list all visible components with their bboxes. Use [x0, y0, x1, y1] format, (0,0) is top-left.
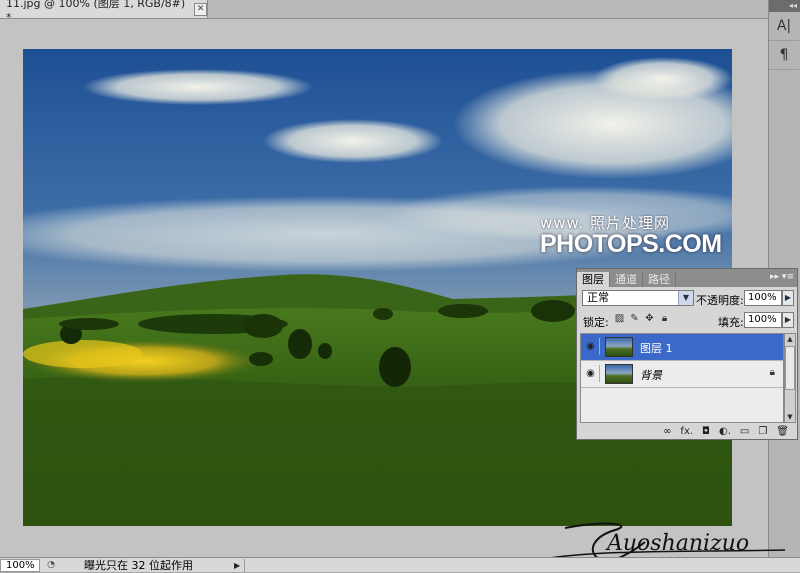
lock-row: 锁定: ▨ ✎ ✥ 🔒︎ 填充: 100% ▶ — [577, 309, 797, 331]
scroll-down-icon[interactable]: ▼ — [785, 412, 795, 422]
status-divider — [244, 558, 246, 572]
layer-thumbnail — [605, 364, 633, 384]
lock-image-icon[interactable]: ✎ — [629, 313, 640, 324]
layers-panel: 图层 通道 路径 ▸▸ ▾≡ 正常 ▼ 不透明度: 100% ▶ 锁定: ▨ ✎… — [576, 268, 798, 440]
lock-icon: 🔒︎ — [769, 367, 775, 378]
layer-style-icon[interactable]: fx. — [680, 426, 693, 438]
zoom-input[interactable]: 100% — [0, 558, 40, 572]
opacity-slider-icon[interactable]: ▶ — [782, 290, 794, 306]
layer-thumbnail — [605, 337, 633, 357]
delete-layer-icon[interactable]: 🗑 — [776, 426, 789, 438]
layer-row[interactable]: ◉ 背景 🔒︎ — [581, 361, 783, 388]
eye-icon[interactable]: ◉ — [582, 338, 600, 355]
scroll-thumb[interactable] — [785, 346, 795, 390]
fill-slider-icon[interactable]: ▶ — [782, 312, 794, 328]
tab-channels[interactable]: 通道 — [610, 272, 643, 287]
status-info-icon[interactable]: ◔ — [44, 559, 58, 572]
eye-icon[interactable]: ◉ — [582, 365, 600, 382]
layer-row[interactable]: ◉ 图层 1 — [581, 334, 783, 361]
dock-collapse-icon[interactable]: ◂◂ — [769, 0, 800, 12]
tab-layers[interactable]: 图层 — [577, 272, 610, 287]
new-group-icon[interactable]: ▭ — [740, 426, 749, 438]
blend-mode-select[interactable]: 正常 ▼ — [582, 290, 694, 306]
lock-position-icon[interactable]: ✥ — [644, 313, 655, 324]
panel-menu-icon[interactable]: ▸▸ ▾≡ — [770, 272, 794, 282]
adjustment-layer-icon[interactable]: ◐. — [719, 426, 731, 438]
svg-text:Auoshanizuo: Auoshanizuo — [605, 531, 749, 556]
chevron-down-icon[interactable]: ▼ — [678, 291, 693, 305]
blend-mode-value: 正常 — [587, 291, 609, 304]
fill-label: 填充: — [718, 316, 744, 329]
status-info-text: 曝光只在 32 位起作用 — [84, 559, 193, 572]
character-panel-icon[interactable]: A| — [769, 12, 799, 41]
tab-paths[interactable]: 路径 — [643, 272, 676, 287]
new-layer-icon[interactable]: ❐ — [758, 426, 767, 438]
opacity-label: 不透明度: — [696, 294, 744, 307]
fill-input[interactable]: 100% — [744, 312, 782, 328]
layer-name: 图层 1 — [640, 342, 673, 355]
panel-header: 图层 通道 路径 ▸▸ ▾≡ — [577, 269, 797, 287]
blend-row: 正常 ▼ 不透明度: 100% ▶ — [577, 287, 797, 309]
lock-label: 锁定: — [583, 316, 609, 329]
close-icon[interactable]: ✕ — [194, 2, 207, 16]
document-tab[interactable]: 11.jpg @ 100% (图层 1, RGB/8#) * ✕ — [0, 0, 208, 24]
status-menu-arrow-icon[interactable]: ▶ — [234, 561, 240, 570]
lock-all-icon[interactable]: 🔒︎ — [659, 313, 670, 324]
lock-transparency-icon[interactable]: ▨ — [614, 313, 625, 324]
watermark-brand: PHOTOPS.COM — [540, 230, 722, 258]
panel-footer: ∞ fx. ◘ ◐. ▭ ❐ 🗑 — [577, 424, 797, 439]
status-bar: 100% ◔ 曝光只在 32 位起作用 ▶ — [0, 557, 800, 572]
layers-list: ◉ 图层 1 ◉ 背景 🔒︎ — [580, 333, 784, 423]
layer-mask-icon[interactable]: ◘ — [702, 426, 710, 438]
tab-strip — [208, 0, 768, 19]
scroll-up-icon[interactable]: ▲ — [785, 334, 795, 344]
link-layers-icon[interactable]: ∞ — [663, 426, 671, 438]
opacity-input[interactable]: 100% — [744, 290, 782, 306]
layer-name: 背景 — [640, 369, 662, 382]
paragraph-panel-icon[interactable]: ¶ — [769, 41, 799, 70]
layers-scrollbar[interactable]: ▲ ▼ — [784, 333, 796, 423]
